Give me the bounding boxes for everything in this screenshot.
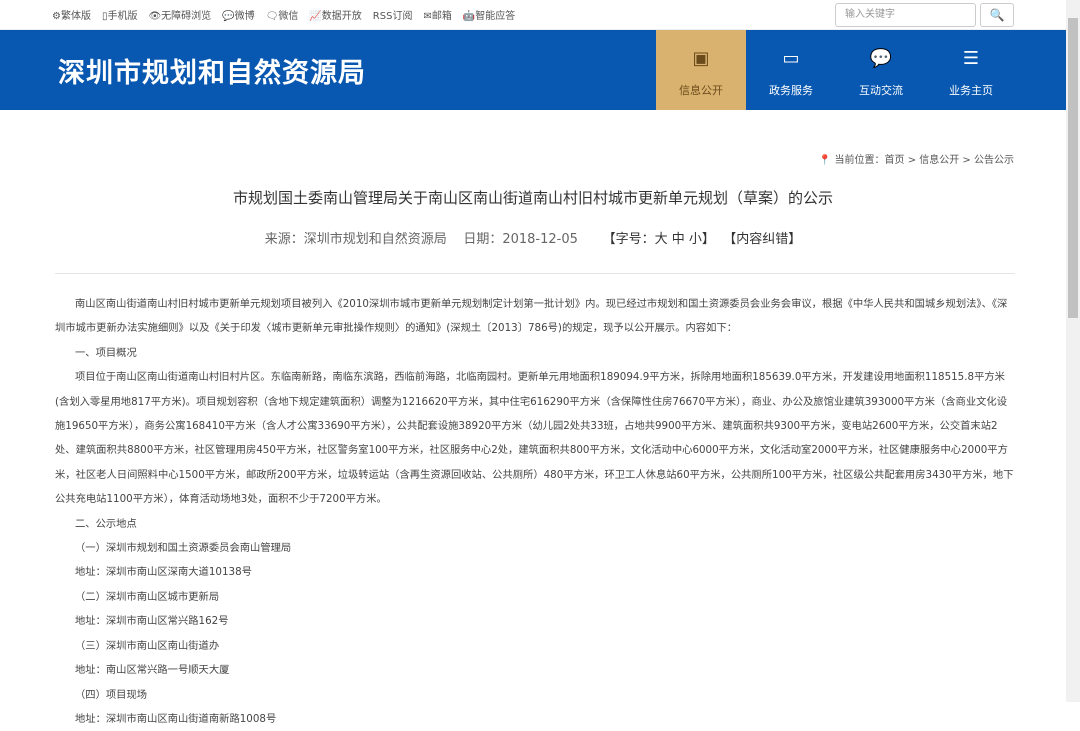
article-date: 日期：2018-12-05 [463, 232, 578, 247]
laptop-icon: ▭ [782, 48, 800, 69]
search-icon: 🔍 [989, 8, 1005, 22]
smart-answer-link[interactable]: 🤖智能应答 [463, 7, 515, 22]
mail-link[interactable]: ✉邮箱 [423, 7, 451, 22]
wechat-link[interactable]: 🗨微信 [266, 7, 299, 22]
nav-label: 业务主页 [949, 84, 993, 97]
nav-interaction[interactable]: 💬 互动交流 [836, 30, 926, 110]
open-data-link[interactable]: 📈数据开放 [309, 7, 361, 22]
rss-link[interactable]: RSS订阅 [373, 7, 413, 22]
address: 地址：深圳市南山区南山街道南新路1008号 [75, 712, 277, 725]
location-pin-icon: 📍 [818, 155, 835, 166]
nav-business-home[interactable]: ☰ 业务主页 [926, 30, 1016, 110]
address: 地址：南山区常兴路一号顺天大厦 [75, 664, 230, 677]
divider [55, 273, 1015, 274]
font-size-control[interactable]: 【字号：大 中 小】 [603, 232, 715, 247]
nav-label: 信息公开 [679, 84, 723, 97]
section-heading: 一、项目概况 [75, 346, 137, 359]
search-button[interactable]: 🔍 [980, 3, 1014, 27]
nav-gov-services[interactable]: ▭ 政务服务 [746, 30, 836, 110]
scrollbar-thumb[interactable] [1068, 18, 1078, 318]
chat-icon: 💬 [869, 48, 893, 69]
site-header: 深圳市规划和自然资源局 ▣ 信息公开 ▭ 政务服务 💬 互动交流 ☰ 业务主页 [0, 30, 1066, 110]
location-item: （三）深圳市南山区南山街道办 [75, 639, 220, 652]
location-item: （二）深圳市南山区城市更新局 [75, 590, 220, 603]
location-item: （四）项目现场 [75, 688, 148, 701]
document-video-icon: ▣ [692, 48, 710, 69]
search-input[interactable]: 输入关键字 [835, 3, 976, 27]
article-source: 来源：深圳市规划和自然资源局 [264, 232, 447, 247]
mobile-link[interactable]: ▯手机版 [102, 7, 138, 22]
main-nav: ▣ 信息公开 ▭ 政务服务 💬 互动交流 ☰ 业务主页 [656, 30, 1016, 110]
section-heading: 二、公示地点 [75, 517, 137, 530]
article-body: 南山区南山街道南山村旧村城市更新单元规划项目被列入《2010深圳市城市更新单元规… [55, 292, 1015, 731]
nav-info-disclosure[interactable]: ▣ 信息公开 [656, 30, 746, 110]
site-logo[interactable]: 深圳市规划和自然资源局 [58, 51, 366, 90]
nav-label: 互动交流 [859, 84, 903, 97]
breadcrumb-text[interactable]: 当前位置：首页 > 信息公开 > 公告公示 [835, 155, 1014, 166]
top-bar: ⚙繁体版 ▯手机版 👁无障碍浏览 💬微博 🗨微信 📈数据开放 RSS订阅 ✉邮箱… [0, 0, 1066, 30]
nav-label: 政务服务 [769, 84, 813, 97]
server-icon: ☰ [962, 48, 980, 69]
location-item: （一）深圳市规划和国土资源委员会南山管理局 [75, 542, 292, 555]
article-meta: 来源：深圳市规划和自然资源局 日期：2018-12-05 【字号：大 中 小】 … [0, 228, 1066, 247]
article-title: 市规划国土委南山管理局关于南山区南山街道南山村旧村城市更新单元规划（草案）的公示 [232, 189, 833, 207]
top-links: ⚙繁体版 ▯手机版 👁无障碍浏览 💬微博 🗨微信 📈数据开放 RSS订阅 ✉邮箱… [52, 7, 515, 22]
address: 地址：深圳市南山区常兴路162号 [75, 615, 229, 628]
weibo-link[interactable]: 💬微博 [222, 7, 254, 22]
address: 地址：深圳市南山区深南大道10138号 [75, 566, 252, 579]
accessibility-link[interactable]: 👁无障碍浏览 [148, 7, 211, 22]
paragraph: 南山区南山街道南山村旧村城市更新单元规划项目被列入《2010深圳市城市更新单元规… [55, 298, 1008, 335]
error-correction-link[interactable]: 【内容纠错】 [723, 232, 801, 247]
traditional-chinese-link[interactable]: ⚙繁体版 [52, 7, 91, 22]
breadcrumb: 📍 当前位置：首页 > 信息公开 > 公告公示 [819, 151, 1014, 166]
paragraph: 项目位于南山区南山街道南山村旧村片区。东临南新路，南临东滨路，西临前海路，北临南… [55, 371, 1014, 506]
